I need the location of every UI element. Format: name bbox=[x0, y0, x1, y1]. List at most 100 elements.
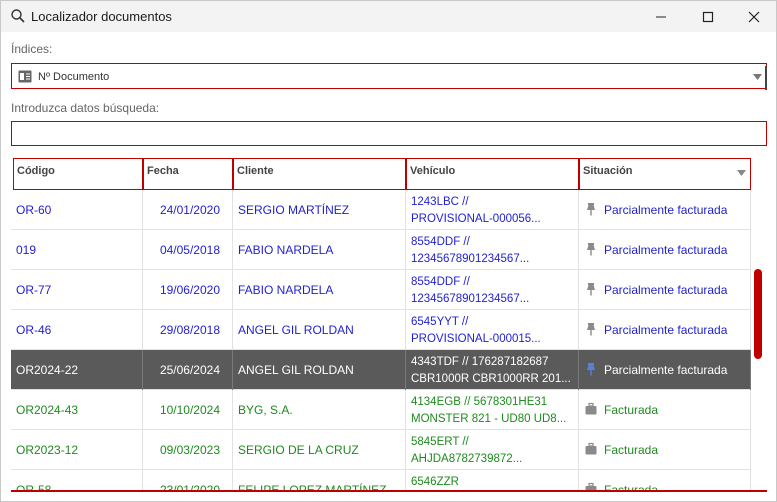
cliente-text: FABIO NARDELA bbox=[238, 283, 334, 297]
chevron-down-icon[interactable] bbox=[753, 74, 762, 80]
status-text: Parcialmente facturada bbox=[604, 243, 728, 257]
cell-vehiculo: 8554DDF //12345678901234567... bbox=[406, 230, 579, 270]
fecha-text: 04/05/2018 bbox=[159, 243, 220, 257]
cell-fecha: 09/03/2023 bbox=[143, 430, 233, 470]
status-text: Parcialmente facturada bbox=[604, 323, 728, 337]
table-row[interactable]: OR-58 23/01/2020 FELIPE LOPEZ MARTÍNEZ 6546… bbox=[11, 470, 751, 491]
minimize-button[interactable] bbox=[638, 1, 684, 32]
close-icon bbox=[748, 11, 760, 23]
cell-cliente: FABIO NARDELA bbox=[233, 270, 406, 310]
cell-codigo: OR-46 bbox=[11, 310, 143, 350]
cell-codigo: OR2024-43 bbox=[11, 390, 143, 430]
pin-icon bbox=[587, 243, 595, 256]
status-text: Parcialmente facturada bbox=[604, 363, 728, 377]
cell-vehiculo: 1243LBC //PROVISIONAL-000056... bbox=[406, 190, 579, 230]
vehicle-text: 6545YYT //PROVISIONAL-000015... bbox=[411, 316, 541, 345]
fecha-text: 24/01/2020 bbox=[159, 203, 220, 217]
status-text: Facturada bbox=[604, 443, 659, 457]
cell-codigo: OR2023-12 bbox=[11, 430, 143, 470]
cell-vehiculo: 6546ZZR bbox=[406, 470, 579, 491]
cliente-text: SERGIO DE LA CRUZ bbox=[238, 443, 359, 457]
cell-cliente: ANGEL GIL ROLDAN bbox=[233, 310, 406, 350]
cell-situacion: Facturada bbox=[579, 430, 751, 470]
vehicle-text: 4343TDF // 176287182687 CBR1000R CBR1000R… bbox=[411, 356, 571, 385]
grid-bottom-border bbox=[11, 490, 767, 492]
codigo-text: OR2023-12 bbox=[16, 443, 79, 457]
table-row[interactable]: OR-60 24/01/2020 SERGIO MARTÍNEZ 1243LBC //… bbox=[11, 190, 751, 230]
cell-vehiculo: 6545YYT //PROVISIONAL-000015... bbox=[406, 310, 579, 350]
indices-select[interactable]: Nº Documento bbox=[11, 63, 767, 90]
codigo-text: OR2024-22 bbox=[16, 363, 79, 377]
column-header-vehiculo[interactable]: Vehículo bbox=[406, 158, 579, 190]
vehicle-text: 1243LBC //PROVISIONAL-000056... bbox=[411, 196, 541, 225]
cell-fecha: 24/01/2020 bbox=[143, 190, 233, 230]
table-row[interactable]: OR-46 29/08/2018 ANGEL GIL ROLDAN 6545YYT /… bbox=[11, 310, 751, 350]
cell-cliente: SERGIO MARTÍNEZ bbox=[233, 190, 406, 230]
cell-codigo: OR-58 bbox=[11, 470, 143, 491]
cell-cliente: BYG, S.A. bbox=[233, 390, 406, 430]
cell-situacion: Parcialmente facturada bbox=[579, 310, 751, 350]
sort-down-icon[interactable] bbox=[737, 170, 746, 176]
cell-fecha: 29/08/2018 bbox=[143, 310, 233, 350]
cliente-text: ANGEL GIL ROLDAN bbox=[238, 323, 354, 337]
codigo-text: OR-60 bbox=[16, 203, 52, 217]
cell-situacion: Parcialmente facturada bbox=[579, 350, 751, 390]
cliente-text: SERGIO MARTÍNEZ bbox=[238, 203, 350, 217]
cliente-text: BYG, S.A. bbox=[238, 403, 293, 417]
maximize-button[interactable] bbox=[685, 1, 731, 32]
table-row[interactable]: 019 04/05/2018 FABIO NARDELA 8554DDF //1234… bbox=[11, 230, 751, 270]
vertical-scrollbar[interactable] bbox=[754, 269, 762, 359]
title-bar[interactable]: Localizador documentos bbox=[1, 1, 776, 32]
column-header-fecha[interactable]: Fecha bbox=[143, 158, 233, 190]
fecha-text: 19/06/2020 bbox=[159, 283, 220, 297]
cell-situacion: Parcialmente facturada bbox=[579, 230, 751, 270]
cell-vehiculo: 5845ERT //AHJDA8782739872... bbox=[406, 430, 579, 470]
codigo-text: OR-77 bbox=[16, 283, 52, 297]
cliente-text: ANGEL GIL ROLDAN bbox=[238, 363, 354, 377]
search-input[interactable] bbox=[11, 121, 767, 146]
select-edge bbox=[765, 66, 767, 90]
cell-situacion: Facturada bbox=[579, 390, 751, 430]
vehicle-text: 4134EGB // 5678301HE31 MONSTER 821 - UD80… bbox=[411, 396, 567, 425]
table-row[interactable]: OR2023-12 09/03/2023 SERGIO DE LA CRUZ 5845… bbox=[11, 430, 751, 470]
cell-cliente: SERGIO DE LA CRUZ bbox=[233, 430, 406, 470]
column-header-situacion[interactable]: Situación bbox=[579, 158, 751, 190]
briefcase-icon bbox=[585, 442, 597, 455]
maximize-icon bbox=[702, 11, 714, 23]
close-button[interactable] bbox=[731, 1, 777, 32]
codigo-text: OR-46 bbox=[16, 323, 52, 337]
cell-fecha: 25/06/2024 bbox=[143, 350, 233, 390]
cell-codigo: 019 bbox=[11, 230, 143, 270]
cell-situacion: Parcialmente facturada bbox=[579, 190, 751, 230]
search-icon bbox=[11, 9, 25, 23]
pin-icon bbox=[587, 203, 595, 216]
pin-icon bbox=[587, 363, 595, 376]
vehicle-text: 8554DDF //12345678901234567... bbox=[411, 276, 530, 305]
id-card-icon bbox=[18, 70, 32, 83]
fecha-text: 10/10/2024 bbox=[159, 403, 220, 417]
cell-vehiculo: 8554DDF //12345678901234567... bbox=[406, 270, 579, 310]
cell-codigo: OR-60 bbox=[11, 190, 143, 230]
table-row[interactable]: OR2024-43 10/10/2024 BYG, S.A. 4134EGB // 5… bbox=[11, 390, 751, 430]
pin-icon bbox=[587, 323, 595, 336]
fecha-text: 25/06/2024 bbox=[159, 363, 220, 377]
cell-cliente: FABIO NARDELA bbox=[233, 230, 406, 270]
locator-window: Localizador documentos Índices: Nº Docum… bbox=[0, 0, 777, 502]
vehicle-text: 6546ZZR bbox=[411, 476, 459, 488]
column-header-codigo[interactable]: Código bbox=[13, 158, 143, 190]
briefcase-icon bbox=[585, 402, 597, 415]
cell-situacion: Parcialmente facturada bbox=[579, 270, 751, 310]
column-header-cliente[interactable]: Cliente bbox=[233, 158, 406, 190]
cell-situacion: Facturada bbox=[579, 470, 751, 491]
vehicle-text: 8554DDF //12345678901234567... bbox=[411, 236, 530, 265]
status-text: Parcialmente facturada bbox=[604, 283, 728, 297]
table-row[interactable]: OR2024-22 25/06/2024 ANGEL GIL ROLDAN 4343T… bbox=[11, 350, 751, 390]
cell-vehiculo: 4343TDF // 176287182687 CBR1000R CBR1000R… bbox=[406, 350, 579, 390]
table-row[interactable]: OR-77 19/06/2020 FABIO NARDELA 8554DDF //12… bbox=[11, 270, 751, 310]
cell-fecha: 04/05/2018 bbox=[143, 230, 233, 270]
cell-fecha: 19/06/2020 bbox=[143, 270, 233, 310]
status-text: Parcialmente facturada bbox=[604, 203, 728, 217]
indices-label: Índices: bbox=[11, 42, 53, 56]
fecha-text: 29/08/2018 bbox=[159, 323, 220, 337]
cell-codigo: OR2024-22 bbox=[11, 350, 143, 390]
